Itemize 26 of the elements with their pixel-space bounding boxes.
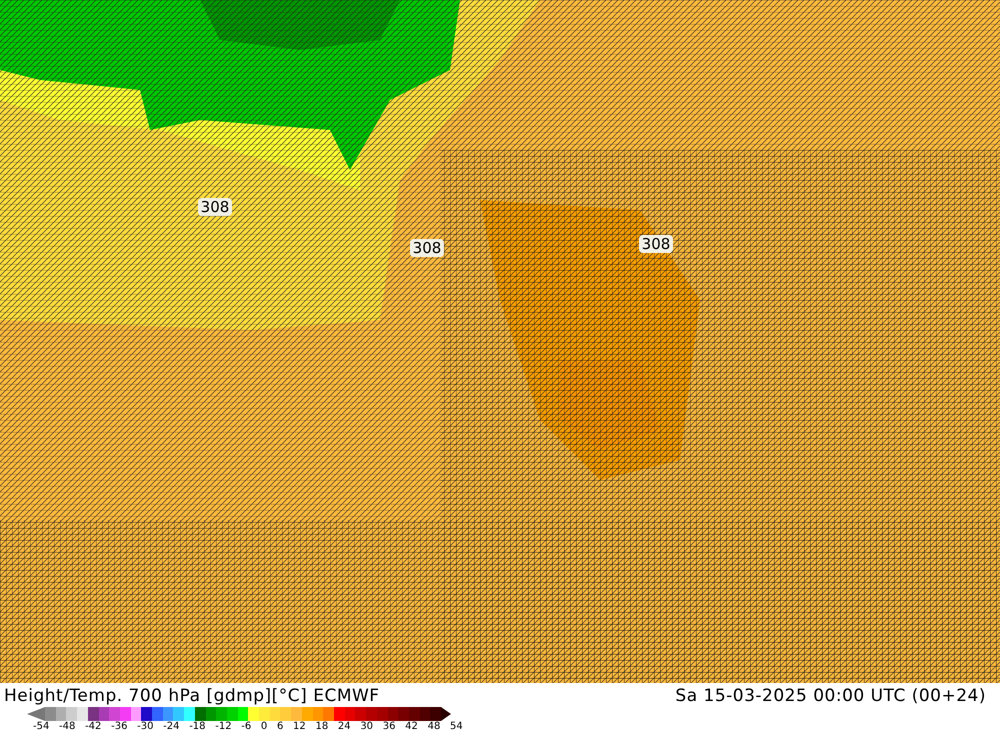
scale-label: 12: [293, 721, 306, 733]
scale-label: 18: [315, 721, 328, 733]
scale-label: -48: [59, 721, 76, 733]
contour-label: 308: [410, 239, 444, 257]
right-arrow-icon: [441, 707, 451, 721]
left-arrow-icon: [27, 707, 45, 721]
scale-label: 6: [276, 721, 284, 733]
scale-label: -54: [33, 721, 50, 733]
contour-label: 308: [198, 198, 232, 216]
scale-label: -12: [215, 721, 232, 733]
contour-label: 308: [639, 235, 673, 253]
scale-label: 0: [260, 721, 268, 733]
scale-label: -30: [137, 721, 154, 733]
scale-label: -18: [189, 721, 206, 733]
scale-label: 30: [360, 721, 374, 733]
map-title: Height/Temp. 700 hPa [gdmp][°C] ECMWF: [4, 686, 380, 706]
scale-label: -42: [85, 721, 102, 733]
scale-label: -6: [241, 721, 252, 733]
scale-label: -24: [163, 721, 180, 733]
scale-label: 24: [338, 721, 351, 733]
valid-time: Sa 15-03-2025 00:00 UTC (00+24): [675, 686, 986, 706]
scale-label: -36: [111, 721, 128, 733]
scale-label: 36: [382, 721, 396, 733]
scale-label: 42: [405, 721, 418, 733]
scale-label: 54: [450, 721, 463, 733]
scale-label: 48: [428, 721, 440, 733]
